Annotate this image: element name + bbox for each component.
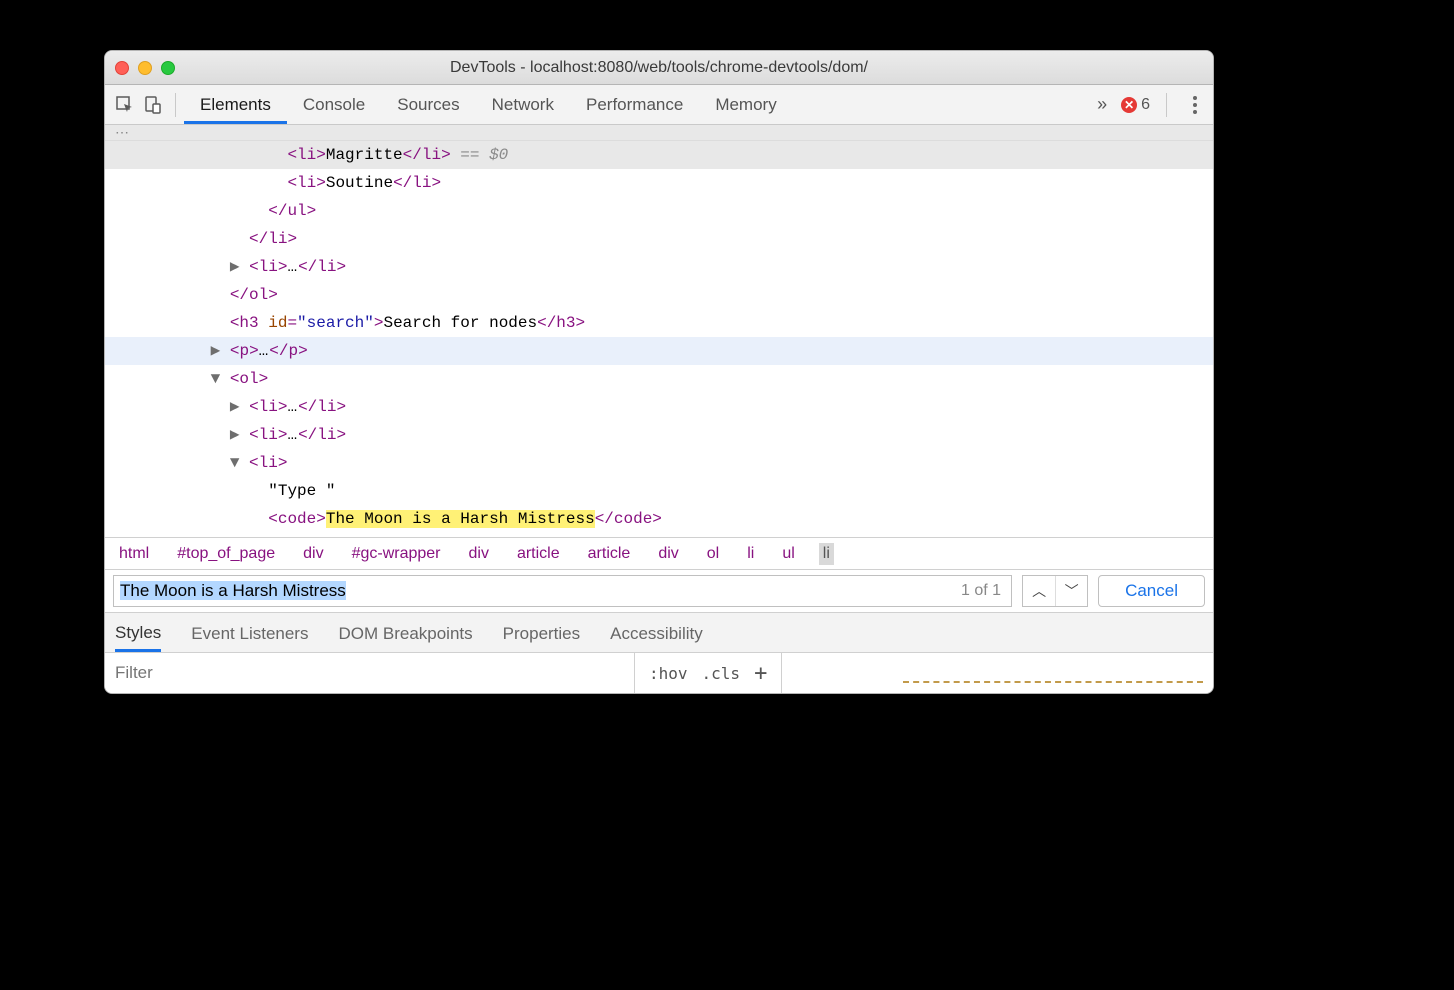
window-title: DevTools - localhost:8080/web/tools/chro…	[105, 59, 1213, 77]
dom-breadcrumb: html #top_of_page div #gc-wrapper div ar…	[105, 537, 1213, 569]
dom-text: Search for nodes	[383, 314, 537, 332]
titlebar: DevTools - localhost:8080/web/tools/chro…	[105, 51, 1213, 85]
cls-toggle[interactable]: .cls	[702, 664, 741, 683]
tab-memory[interactable]: Memory	[699, 85, 792, 124]
dom-node[interactable]: </ol>	[105, 281, 1213, 309]
box-model-preview	[782, 653, 1213, 693]
crumb-article[interactable]: article	[513, 543, 564, 565]
overflow-tabs-button[interactable]: »	[1091, 94, 1113, 115]
search-prev-button[interactable]: ︿	[1023, 576, 1055, 606]
dom-node[interactable]: ▶ <li>…</li>	[105, 393, 1213, 421]
dom-node-selected[interactable]: <li>Magritte</li> == $0	[105, 141, 1213, 169]
dom-node[interactable]: <h3 id="search">Search for nodes</h3>	[105, 309, 1213, 337]
crumb-div[interactable]: div	[465, 543, 493, 565]
styles-panel-tabs: Styles Event Listeners DOM Breakpoints P…	[105, 613, 1213, 653]
tab-performance[interactable]: Performance	[570, 85, 699, 124]
subtab-properties[interactable]: Properties	[503, 613, 580, 652]
devtools-window: DevTools - localhost:8080/web/tools/chro…	[104, 50, 1214, 694]
dom-selected-marker: == $0	[451, 146, 509, 164]
close-window-button[interactable]	[115, 61, 129, 75]
dom-node[interactable]: "Type "	[105, 477, 1213, 505]
tab-console[interactable]: Console	[287, 85, 381, 124]
search-input-value: The Moon is a Harsh Mistress	[120, 581, 951, 601]
crumb-top-of-page[interactable]: #top_of_page	[173, 543, 279, 565]
dom-text: Magritte	[326, 146, 403, 164]
search-bar: The Moon is a Harsh Mistress 1 of 1 ︿ ﹀ …	[105, 569, 1213, 613]
dom-node[interactable]: ▼ <li>	[105, 449, 1213, 477]
dom-node-hovered[interactable]: ▶ <p>…</p>	[105, 337, 1213, 365]
subtab-styles[interactable]: Styles	[115, 613, 161, 652]
error-count: 6	[1141, 96, 1150, 114]
crumb-li[interactable]: li	[743, 543, 758, 565]
main-toolbar: Elements Console Sources Network Perform…	[105, 85, 1213, 125]
subtab-dom-breakpoints[interactable]: DOM Breakpoints	[338, 613, 472, 652]
attr-value: "search"	[297, 314, 374, 332]
search-next-button[interactable]: ﹀	[1055, 576, 1087, 606]
crumb-li-selected[interactable]: li	[819, 543, 834, 565]
new-style-rule-button[interactable]: +	[754, 661, 767, 686]
window-controls	[115, 61, 175, 75]
dom-tree[interactable]: <li>Magritte</li> == $0 <li>Soutine</li>…	[105, 141, 1213, 537]
hov-toggle[interactable]: :hov	[649, 664, 688, 683]
tab-elements[interactable]: Elements	[184, 85, 287, 124]
crumb-ul[interactable]: ul	[778, 543, 798, 565]
minimize-window-button[interactable]	[138, 61, 152, 75]
dom-text: "Type "	[268, 482, 335, 500]
dom-text: Soutine	[326, 174, 393, 192]
tab-network[interactable]: Network	[476, 85, 570, 124]
search-match-highlight: The Moon is a Harsh Mistress	[326, 510, 595, 528]
dom-node[interactable]: </li>	[105, 225, 1213, 253]
inspect-element-icon[interactable]	[111, 91, 139, 119]
attr-name: id	[268, 314, 287, 332]
toolbar-separator	[175, 93, 176, 117]
error-icon: ✕	[1121, 97, 1137, 113]
device-toolbar-icon[interactable]	[139, 91, 167, 119]
crumb-html[interactable]: html	[115, 543, 153, 565]
error-badge[interactable]: ✕ 6	[1121, 96, 1150, 114]
ellipsis: …	[287, 426, 298, 444]
dom-node[interactable]: <code>The Moon is a Harsh Mistress</code…	[105, 505, 1213, 533]
dom-node[interactable]: ▶ <li>…</li>	[105, 253, 1213, 281]
crumb-div[interactable]: div	[299, 543, 327, 565]
ellipsis: …	[259, 342, 270, 360]
maximize-window-button[interactable]	[161, 61, 175, 75]
crumb-gc-wrapper[interactable]: #gc-wrapper	[348, 543, 445, 565]
styles-filter-input[interactable]	[115, 663, 634, 683]
subtab-accessibility[interactable]: Accessibility	[610, 613, 703, 652]
crumb-ol[interactable]: ol	[703, 543, 723, 565]
subtab-event-listeners[interactable]: Event Listeners	[191, 613, 308, 652]
filter-input-wrap	[105, 653, 635, 693]
dom-node[interactable]: </ul>	[105, 197, 1213, 225]
ellipsis: …	[287, 398, 298, 416]
tab-sources[interactable]: Sources	[381, 85, 475, 124]
dom-context-row[interactable]: ⋯	[105, 125, 1213, 141]
styles-filter-row: :hov .cls +	[105, 653, 1213, 693]
toolbar-right: » ✕ 6	[1091, 92, 1207, 118]
styles-toggles: :hov .cls +	[635, 653, 782, 693]
ellipsis: …	[287, 258, 298, 276]
search-result-count: 1 of 1	[951, 582, 1011, 600]
search-input[interactable]: The Moon is a Harsh Mistress 1 of 1	[113, 575, 1012, 607]
panel-tabs: Elements Console Sources Network Perform…	[184, 85, 793, 124]
settings-menu-button[interactable]	[1183, 92, 1207, 118]
crumb-div[interactable]: div	[654, 543, 682, 565]
dom-node[interactable]: ▼ <ol>	[105, 365, 1213, 393]
crumb-article[interactable]: article	[584, 543, 635, 565]
search-cancel-button[interactable]: Cancel	[1098, 575, 1205, 607]
dom-node[interactable]: ▶ <li>…</li>	[105, 421, 1213, 449]
dom-node[interactable]: <li>Soutine</li>	[105, 169, 1213, 197]
margin-box-edge	[903, 681, 1203, 693]
toolbar-separator	[1166, 93, 1167, 117]
search-nav: ︿ ﹀	[1022, 575, 1088, 607]
